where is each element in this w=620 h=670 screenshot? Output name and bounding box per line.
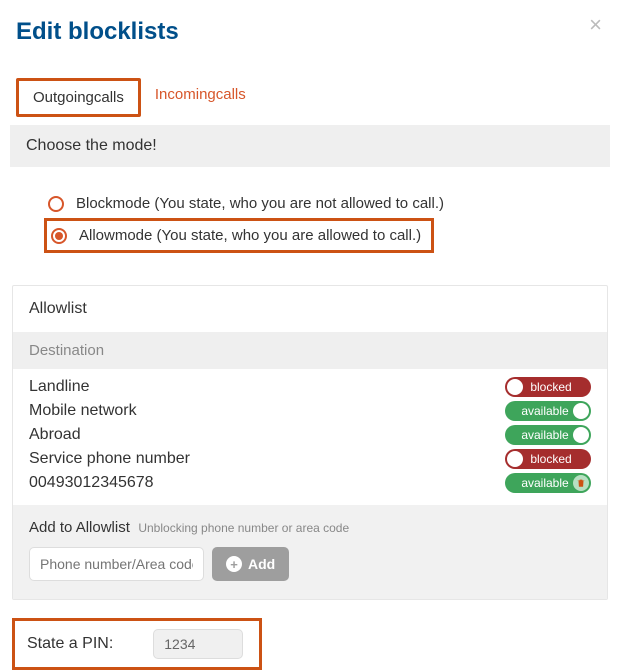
toggle-blocked[interactable]: blocked bbox=[505, 377, 591, 397]
list-item: Service phone number blocked bbox=[13, 447, 607, 471]
phone-input[interactable] bbox=[29, 547, 204, 581]
trash-icon[interactable] bbox=[573, 475, 589, 491]
add-label: Add to Allowlist bbox=[29, 519, 130, 536]
destination-label: Service phone number bbox=[29, 450, 190, 468]
mode-allow[interactable]: Allowmode (You state, who you are allowe… bbox=[44, 218, 434, 253]
pin-section: State a PIN: bbox=[12, 618, 262, 670]
allowlist-col-destination: Destination bbox=[13, 332, 607, 369]
list-item: Abroad available bbox=[13, 423, 607, 447]
allowlist-panel: Allowlist Destination Landline blocked M… bbox=[12, 285, 608, 600]
close-icon[interactable]: × bbox=[589, 14, 602, 36]
destination-label: Abroad bbox=[29, 426, 81, 444]
pin-label: State a PIN: bbox=[27, 635, 113, 653]
toggle-label: available bbox=[521, 473, 568, 493]
list-item: Mobile network available bbox=[13, 399, 607, 423]
allowlist-heading: Allowlist bbox=[13, 286, 607, 332]
destination-label: Mobile network bbox=[29, 402, 137, 420]
toggle-available[interactable]: available bbox=[505, 401, 591, 421]
toggle-knob-icon bbox=[573, 427, 589, 443]
add-button-label: Add bbox=[248, 556, 275, 572]
toggle-knob-icon bbox=[573, 403, 589, 419]
destination-label: Landline bbox=[29, 378, 90, 396]
tab-incoming[interactable]: Incomingcalls bbox=[141, 78, 260, 117]
toggle-label: blocked bbox=[530, 377, 571, 397]
toggle-knob-icon bbox=[507, 379, 523, 395]
mode-block[interactable]: Blockmode (You state, who you are not al… bbox=[44, 189, 600, 218]
mode-options: Blockmode (You state, who you are not al… bbox=[10, 167, 610, 271]
mode-heading: Choose the mode! bbox=[10, 125, 610, 167]
destination-label: 00493012345678 bbox=[29, 474, 154, 492]
add-to-allowlist: Add to Allowlist Unblocking phone number… bbox=[13, 505, 607, 599]
list-item: 00493012345678 available bbox=[13, 471, 607, 495]
toggle-available-deletable[interactable]: available bbox=[505, 473, 591, 493]
tabs: Outgoingcalls Incomingcalls bbox=[10, 78, 610, 117]
radio-unselected-icon bbox=[48, 196, 64, 212]
tab-outgoing[interactable]: Outgoingcalls bbox=[16, 78, 141, 117]
toggle-label: available bbox=[521, 425, 568, 445]
dialog-title: Edit blocklists bbox=[10, 18, 610, 46]
toggle-knob-icon bbox=[507, 451, 523, 467]
toggle-label: blocked bbox=[530, 449, 571, 469]
allowlist-rows: Landline blocked Mobile network availabl… bbox=[13, 369, 607, 505]
pin-input[interactable] bbox=[153, 629, 243, 659]
toggle-available[interactable]: available bbox=[505, 425, 591, 445]
toggle-blocked[interactable]: blocked bbox=[505, 449, 591, 469]
add-button[interactable]: + Add bbox=[212, 547, 289, 581]
radio-selected-icon bbox=[51, 228, 67, 244]
add-hint: Unblocking phone number or area code bbox=[138, 521, 349, 535]
toggle-label: available bbox=[521, 401, 568, 421]
mode-block-label: Blockmode (You state, who you are not al… bbox=[76, 195, 444, 212]
mode-allow-label: Allowmode (You state, who you are allowe… bbox=[79, 227, 421, 244]
list-item: Landline blocked bbox=[13, 375, 607, 399]
plus-icon: + bbox=[226, 556, 242, 572]
